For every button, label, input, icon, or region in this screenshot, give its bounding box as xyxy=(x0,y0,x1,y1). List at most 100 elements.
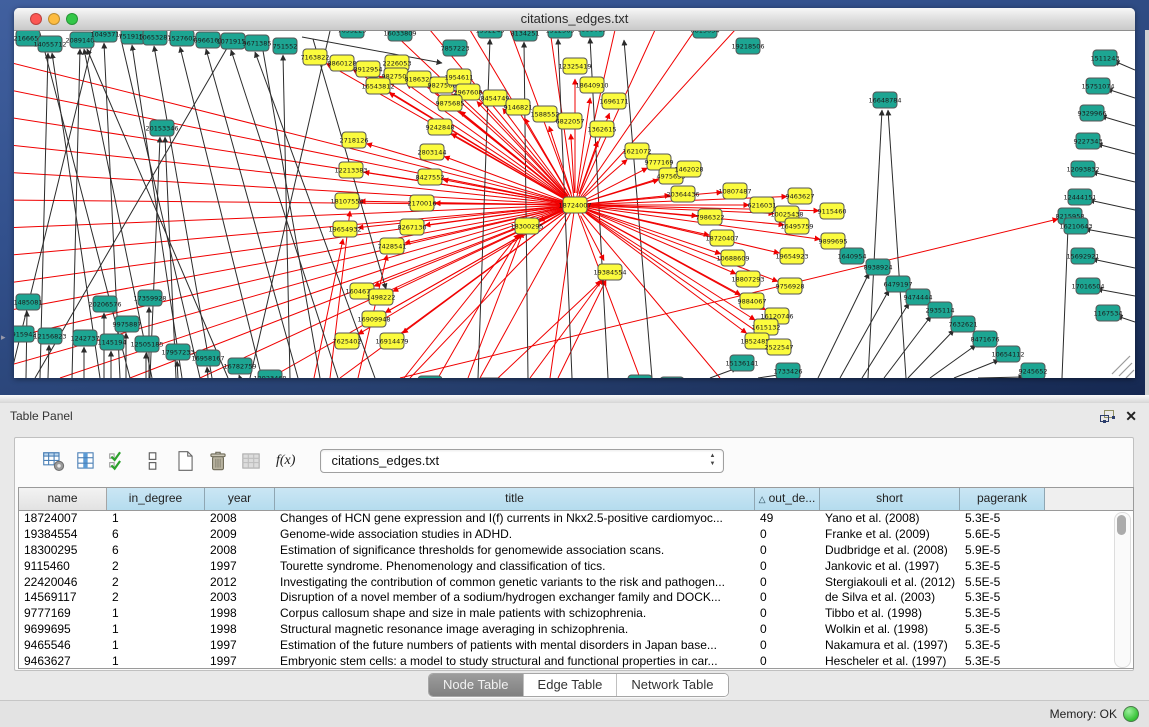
graph-node-label: 1362615 xyxy=(588,125,617,133)
node-table: name in_degree year title △out_de...short pag… xyxy=(18,487,1134,669)
graph-edge xyxy=(1097,144,1135,154)
application-window: citations_edges.txt 18724007716382288601… xyxy=(0,0,1149,727)
graph-node-label: 16543812 xyxy=(361,82,394,90)
graph-node-label: 2718126 xyxy=(340,136,369,144)
cell-in_degree: 2 xyxy=(107,575,205,591)
network-view-window[interactable]: citations_edges.txt 18724007716382288601… xyxy=(14,8,1135,378)
graph-node-label: 17016504 xyxy=(1071,282,1104,290)
graph-node-label: 16495759 xyxy=(780,222,813,230)
graph-edge xyxy=(840,290,889,378)
graph-node-label: 10807487 xyxy=(718,187,751,195)
column-header-pagerank[interactable]: pagerank xyxy=(960,488,1045,510)
graph-node-label: 1640954 xyxy=(838,252,867,260)
table-row[interactable]: 946362711997Embryonic stem cells: a mode… xyxy=(19,654,1133,669)
cell-title: Structural magnetic resonance image aver… xyxy=(275,622,755,638)
resize-grip[interactable] xyxy=(1112,356,1134,378)
graph-node-label: 7625402 xyxy=(333,337,362,345)
cell-year: 2012 xyxy=(205,575,275,591)
graph-edge xyxy=(14,205,575,340)
graph-edge xyxy=(48,345,49,378)
function-builder-icon[interactable]: f(x) xyxy=(276,453,295,469)
table-row[interactable]: 911546021997Tourette syndrome. Phenomeno… xyxy=(19,559,1133,575)
graph-node-label: 12093832 xyxy=(1066,165,1099,173)
table-row[interactable]: 946554611997Estimation of the future num… xyxy=(19,638,1133,654)
table-settings-icon[interactable] xyxy=(41,450,65,472)
column-header-label: pagerank xyxy=(977,491,1027,505)
network-canvas[interactable]: 1872400771638228860128891295422260539827… xyxy=(14,31,1135,378)
table-row[interactable]: 1830029562008Estimation of significance … xyxy=(19,543,1133,559)
select-rows-icon[interactable] xyxy=(107,450,131,472)
cell-out_degree: 0 xyxy=(755,622,820,638)
column-header-title[interactable]: title xyxy=(275,488,755,510)
network-canvas-svg[interactable]: 1872400771638228860128891295422260539827… xyxy=(14,31,1135,378)
table-row[interactable]: 977716911998Corpus callosum shape and si… xyxy=(19,606,1133,622)
float-panel-icon[interactable] xyxy=(1100,410,1115,423)
table-row[interactable]: 1456911722003Disruption of a novel membe… xyxy=(19,590,1133,606)
close-panel-icon[interactable]: ✕ xyxy=(1125,408,1137,424)
vertical-scrollbar[interactable] xyxy=(1114,512,1131,668)
column-header-in_degree[interactable]: in_degree xyxy=(107,488,205,510)
hide-columns-icon[interactable] xyxy=(140,450,164,472)
column-header-label: title xyxy=(505,491,524,505)
table-row[interactable]: 1872400712008Changes of HCN gene express… xyxy=(19,511,1133,527)
graph-edge xyxy=(575,31,735,205)
graph-node-label: 19384554 xyxy=(593,268,626,276)
tab-network-table[interactable]: Network Table xyxy=(616,674,727,696)
graph-edge xyxy=(571,134,575,193)
cell-out_degree: 0 xyxy=(755,606,820,622)
column-header-name[interactable]: name xyxy=(19,488,107,510)
cell-out_degree: 0 xyxy=(755,590,820,606)
cell-short: de Silva et al. (2003) xyxy=(820,590,960,606)
graph-node-label: 8454749 xyxy=(481,94,510,102)
table-select-dropdown[interactable]: citations_edges.txt ▲▼ xyxy=(320,449,724,473)
graph-node-label: 9242848 xyxy=(426,123,455,131)
cell-name: 9465546 xyxy=(19,638,107,654)
graph-node-label: 15751074 xyxy=(1081,82,1114,90)
graph-node[interactable] xyxy=(660,377,684,378)
cell-in_degree: 1 xyxy=(107,511,205,527)
table-row[interactable]: 1938455462009Genome-wide association stu… xyxy=(19,527,1133,543)
column-header-year[interactable]: year xyxy=(205,488,275,510)
graph-node-label: 17957233 xyxy=(161,348,194,356)
cell-title: Tourette syndrome. Phenomenology and cla… xyxy=(275,559,755,575)
graph-edge xyxy=(954,360,999,378)
tab-node-table[interactable]: Node Table xyxy=(429,674,523,696)
graph-node-label: 2522547 xyxy=(765,343,794,351)
tab-edge-table[interactable]: Edge Table xyxy=(523,674,617,696)
column-header-label: in_degree xyxy=(129,491,182,505)
graph-node-label: 1049371 xyxy=(91,31,120,38)
graph-node-label: 19218506 xyxy=(731,42,764,50)
east-panel-splitter[interactable] xyxy=(1145,30,1149,395)
graph-node-label: 9146821 xyxy=(504,103,533,111)
graph-node-label: 9899695 xyxy=(819,237,848,245)
graph-edge xyxy=(1101,116,1135,126)
window-titlebar[interactable]: citations_edges.txt xyxy=(14,8,1135,31)
table-row[interactable]: 969969511998Structural magnetic resonanc… xyxy=(19,622,1133,638)
graph-node-label: 9756928 xyxy=(776,282,805,290)
graph-node-label: 8471676 xyxy=(971,335,1000,343)
graph-node-label: 1167534 xyxy=(1094,309,1123,317)
graph-node-label: 8860128 xyxy=(328,59,357,67)
graph-node[interactable] xyxy=(418,376,442,378)
memory-status-label: Memory: OK xyxy=(1050,707,1117,721)
scrollbar-thumb[interactable] xyxy=(1117,515,1126,535)
column-header-out_degree[interactable]: △out_de... xyxy=(755,488,820,510)
delete-table-icon[interactable] xyxy=(206,450,230,472)
table-row[interactable]: 2242004622012Investigating the contribut… xyxy=(19,575,1133,591)
graph-node-label: 8938924 xyxy=(864,263,893,271)
graph-edge xyxy=(888,110,906,378)
graph-node[interactable] xyxy=(628,375,652,378)
graph-node-label: 16914479 xyxy=(375,337,408,345)
west-panel-handle[interactable]: ▸ xyxy=(1,332,6,343)
select-column-icon[interactable] xyxy=(74,450,98,472)
graph-node-label: 18107554 xyxy=(330,197,363,205)
sort-ascending-icon: △ xyxy=(759,494,766,504)
graph-node-label: 18724007 xyxy=(558,201,591,209)
cell-in_degree: 2 xyxy=(107,559,205,575)
column-header-short[interactable]: short xyxy=(820,488,960,510)
graph-node-label: 9777169 xyxy=(645,158,674,166)
graph-node-label: 1485081 xyxy=(14,298,42,306)
import-table-icon[interactable] xyxy=(239,450,263,472)
graph-node-label: 9875685 xyxy=(436,99,465,107)
new-table-icon[interactable] xyxy=(173,450,197,472)
